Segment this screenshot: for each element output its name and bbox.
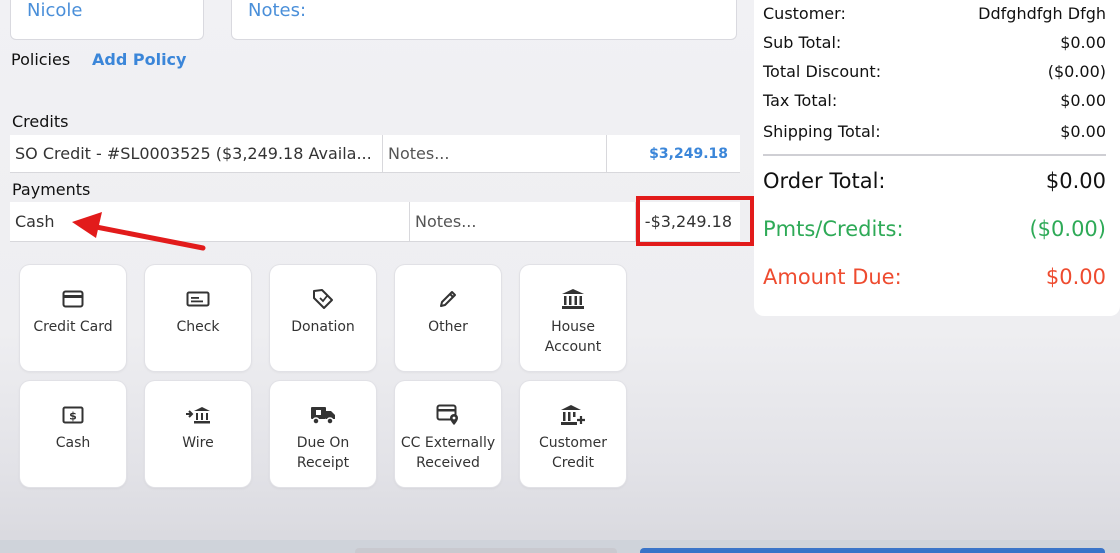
wire-transfer-icon	[185, 403, 211, 427]
summary-customer: Customer: Ddfghdfgh Dfgh	[763, 4, 1106, 23]
payment-method-credit-card[interactable]: Credit Card	[20, 265, 126, 371]
credits-label: Credits	[12, 112, 69, 131]
summary-label: Shipping Total:	[763, 122, 881, 141]
summary-label: Order Total:	[763, 169, 886, 193]
summary-value: $0.00	[1045, 265, 1106, 289]
tile-label: CC Externally Received	[400, 435, 496, 471]
annotation-arrow-icon	[72, 212, 206, 251]
tile-label: Credit Card	[33, 319, 113, 335]
add-policy-link[interactable]: Add Policy	[92, 50, 186, 69]
annotation-highlight-box	[636, 196, 754, 246]
bank-icon	[561, 287, 585, 311]
summary-value: $0.00	[1060, 91, 1106, 110]
summary-label: Customer:	[763, 4, 846, 23]
donation-tag-icon	[312, 287, 334, 311]
summary-shipping-total: Shipping Total: $0.00	[763, 122, 1106, 141]
credit-card-icon	[62, 287, 84, 311]
summary-label: Pmts/Credits:	[763, 217, 904, 241]
credit-description: SO Credit - #SL0003525 ($3,249.18 Availa…	[10, 135, 383, 172]
payment-method-cash[interactable]: $ Cash	[20, 381, 126, 487]
bank-plus-icon	[560, 403, 586, 427]
credit-notes-input[interactable]: Notes...	[383, 135, 607, 172]
primary-action-button[interactable]	[640, 548, 1105, 553]
payment-method-check[interactable]: Check	[145, 265, 251, 371]
credit-amount[interactable]: $3,249.18	[607, 135, 740, 172]
tile-label: Other	[428, 319, 468, 335]
summary-amount-due: Amount Due: $0.00	[763, 265, 1106, 289]
tile-label: Wire	[182, 435, 214, 451]
summary-value: $0.00	[1060, 122, 1106, 141]
credit-row: SO Credit - #SL0003525 ($3,249.18 Availa…	[10, 135, 740, 173]
summary-value: ($0.00)	[1029, 217, 1106, 241]
order-summary-panel: Customer: Ddfghdfgh Dfgh Sub Total: $0.0…	[754, 0, 1120, 316]
payment-method-house-account[interactable]: House Account	[520, 265, 626, 371]
payment-notes-input[interactable]: Notes...	[410, 202, 636, 241]
card-location-icon	[436, 403, 460, 427]
tile-label: Due On Receipt	[296, 435, 350, 471]
summary-order-total: Order Total: $0.00	[763, 169, 1106, 193]
summary-value: $0.00	[1045, 169, 1106, 193]
payment-method-wire[interactable]: Wire	[145, 381, 251, 487]
payment-method-other[interactable]: Other	[395, 265, 501, 371]
order-notes-field[interactable]: Notes:	[231, 0, 737, 40]
pencil-icon	[438, 287, 458, 311]
check-icon	[186, 287, 210, 311]
secondary-action-button[interactable]	[355, 548, 617, 553]
summary-label: Total Discount:	[763, 62, 882, 81]
summary-label: Amount Due:	[763, 265, 902, 289]
payment-method-donation[interactable]: Donation	[270, 265, 376, 371]
summary-pmts-credits: Pmts/Credits: ($0.00)	[763, 217, 1106, 241]
summary-value: Ddfghdfgh Dfgh	[978, 4, 1106, 23]
summary-value: ($0.00)	[1047, 62, 1106, 81]
summary-label: Sub Total:	[763, 33, 842, 52]
tile-label: House Account	[544, 319, 602, 355]
payment-method-cc-externally-received[interactable]: CC Externally Received	[395, 381, 501, 487]
payment-method-customer-credit[interactable]: Customer Credit	[520, 381, 626, 487]
summary-divider	[763, 154, 1106, 156]
first-name-field[interactable]: Nicole	[10, 0, 204, 40]
svg-text:$: $	[69, 410, 77, 423]
delivery-truck-icon	[310, 403, 336, 427]
summary-value: $0.00	[1060, 33, 1106, 52]
policies-label: Policies	[11, 50, 71, 69]
payment-method-due-on-receipt[interactable]: Due On Receipt	[270, 381, 376, 487]
payments-label: Payments	[12, 180, 91, 199]
tile-label: Customer Credit	[538, 435, 607, 471]
tile-label: Donation	[291, 319, 355, 335]
summary-label: Tax Total:	[763, 91, 838, 110]
summary-subtotal: Sub Total: $0.00	[763, 33, 1106, 52]
tile-label: Cash	[55, 435, 91, 451]
summary-tax-total: Tax Total: $0.00	[763, 91, 1106, 110]
cash-icon: $	[62, 403, 84, 427]
summary-total-discount: Total Discount: ($0.00)	[763, 62, 1106, 81]
tile-label: Check	[176, 319, 220, 335]
